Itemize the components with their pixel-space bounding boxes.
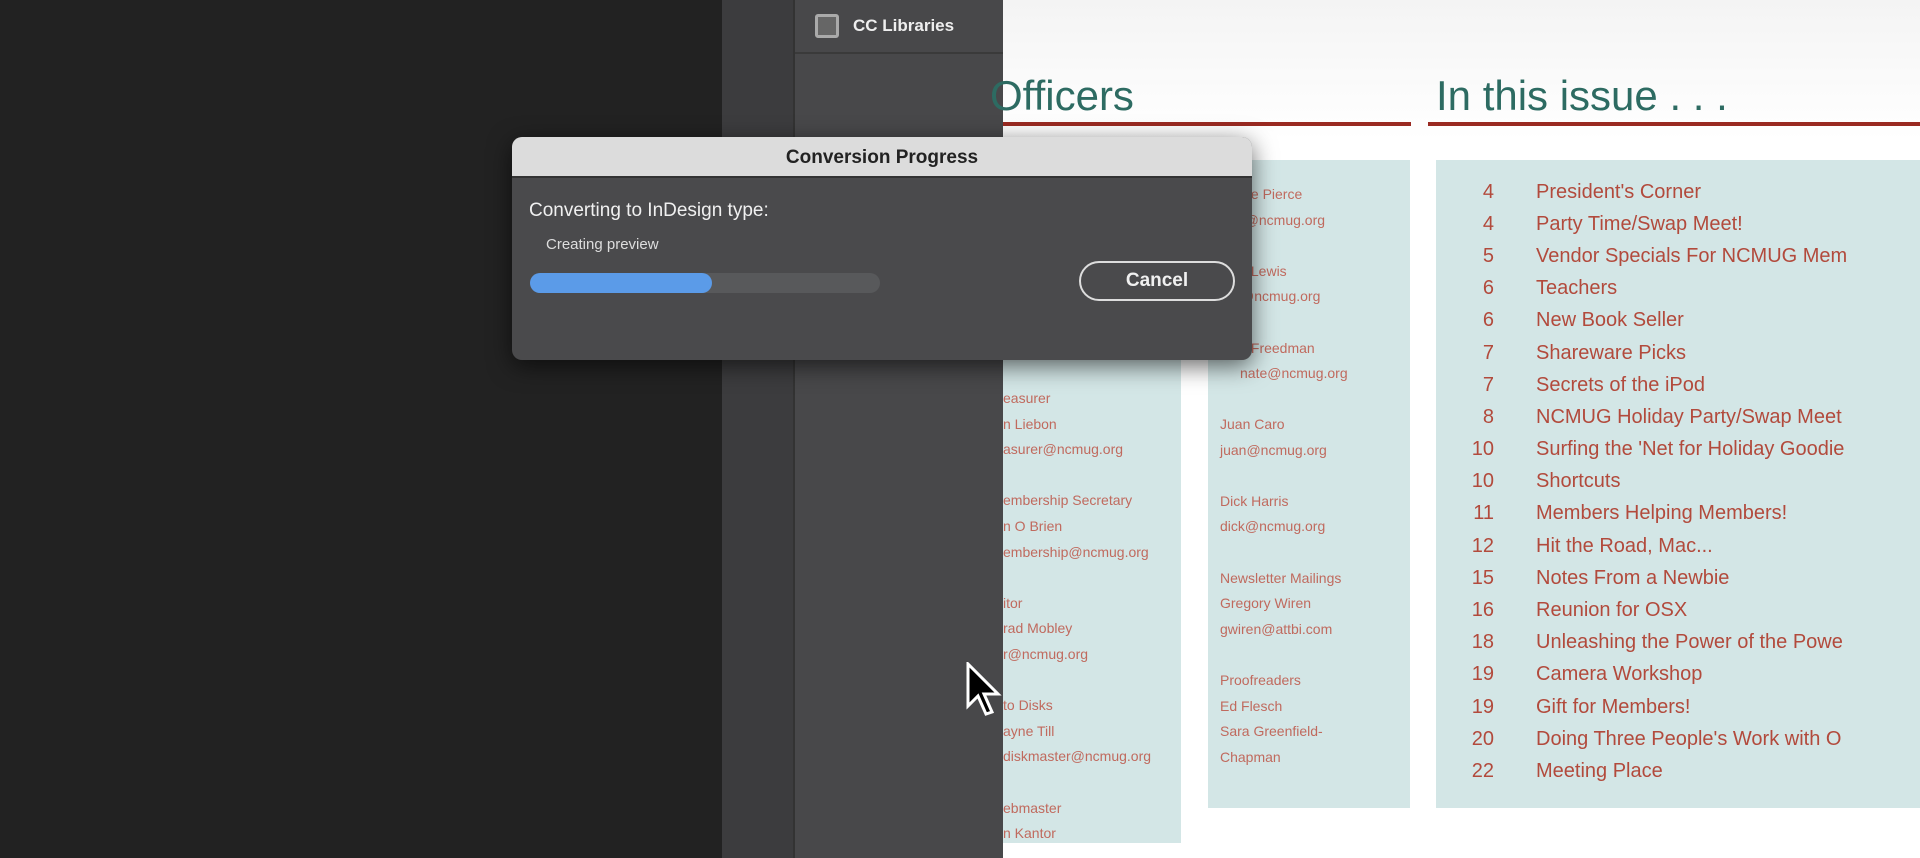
issue-title: Doing Three People's Work with O [1536,727,1842,750]
issue-title: Members Helping Members! [1536,502,1788,525]
issue-row: 22 Meeting Place [1436,755,1920,787]
cc-libraries-label: CC Libraries [853,16,955,35]
issue-title: NCMUG Holiday Party/Swap Meet [1536,405,1842,428]
issue-row: 12 Hit the Road, Mac... [1436,530,1920,562]
issue-page: 18 [1471,631,1494,654]
cancel-button[interactable]: Cancel [1079,261,1235,301]
issue-title: President's Corner [1536,180,1701,203]
issue-title: Hit the Road, Mac... [1536,534,1713,557]
issue-page: 22 [1471,759,1494,782]
issue-row: 8 NCMUG Holiday Party/Swap Meet [1436,401,1920,433]
cc-libraries-icon [815,14,839,38]
issue-page: 8 [1482,405,1494,428]
issue-row: 4 Party Time/Swap Meet! [1436,208,1920,240]
cc-libraries-tab[interactable]: CC Libraries [795,0,1003,54]
issue-page: 11 [1473,502,1494,525]
issue-heading: In this issue . . . [1436,72,1728,119]
issue-row: 19 Gift for Members! [1436,691,1920,723]
issue-row: 20 Doing Three People's Work with O [1436,723,1920,755]
issue-page: 7 [1482,373,1494,396]
issue-page: 12 [1471,534,1494,557]
issue-page: 7 [1482,341,1494,364]
issue-row: 6 Teachers [1436,273,1920,305]
issue-page: 10 [1471,470,1494,493]
conversion-progress-dialog: Conversion Progress Converting to InDesi… [512,137,1252,360]
issue-row: 18 Unleashing the Power of the Powe [1436,627,1920,659]
officers-list-2-top: die Pierce r@ncmug.org s Lewis @ncmug.or… [1240,186,1348,382]
issue-title: Camera Workshop [1536,663,1703,686]
issue-title: Reunion for OSX [1536,599,1688,622]
side-panel: CC Libraries [795,0,1003,858]
issue-title: Shortcuts [1536,470,1621,493]
issue-page: 4 [1482,212,1494,235]
issue-row: 6 New Book Seller [1436,305,1920,337]
issue-row: 19 Camera Workshop [1436,659,1920,691]
issue-rule [1428,122,1920,126]
issue-row: 7 Shareware Picks [1436,337,1920,369]
issue-page: 10 [1471,438,1494,461]
issue-title: New Book Seller [1536,309,1684,332]
issue-page: 20 [1471,727,1494,750]
issue-title: Unleashing the Power of the Powe [1536,631,1843,654]
issue-title: Shareware Picks [1536,341,1687,364]
issue-page: 4 [1482,180,1494,203]
issue-page: 6 [1482,309,1494,332]
issue-row: 11 Members Helping Members! [1436,498,1920,530]
officers-rule [1003,122,1411,126]
issue-list: 4 President's Corner 4 Party Time/Swap Meet… [1436,176,1920,788]
officers-list-2: Juan Caro juan@ncmug.org Dick Harris dic… [1220,416,1342,765]
issue-page: 6 [1482,277,1494,300]
dark-workspace [0,0,722,858]
issue-title: Party Time/Swap Meet! [1536,212,1743,235]
issue-page: 16 [1471,599,1494,622]
issue-page: 19 [1471,695,1494,718]
converting-label: Converting to InDesign type: [529,200,769,221]
dialog-title: Conversion Progress [512,137,1252,178]
panel-dock-strip [722,0,795,858]
issue-row: 5 Vendor Specials For NCMUG Mem [1436,240,1920,272]
issue-row: 10 Surfing the 'Net for Holiday Goodie [1436,434,1920,466]
issue-title: Teachers [1536,277,1618,300]
mouse-cursor-icon [966,662,1002,716]
issue-title: Vendor Specials For NCMUG Mem [1536,244,1848,267]
issue-title: Secrets of the iPod [1536,373,1705,396]
officers-heading: Officers [990,72,1134,119]
issue-title: Surfing the 'Net for Holiday Goodie [1536,438,1845,461]
issue-row: 10 Shortcuts [1436,466,1920,498]
progress-fill [530,273,712,293]
issue-row: 4 President's Corner [1436,176,1920,208]
issue-page: 19 [1471,663,1494,686]
issue-row: 16 Reunion for OSX [1436,594,1920,626]
issue-title: Notes From a Newbie [1536,566,1730,589]
issue-row: 7 Secrets of the iPod [1436,369,1920,401]
officers-list-1: easurer n Liebon asurer@ncmug.org embers… [1003,390,1152,842]
status-text: Creating preview [546,236,659,253]
issue-page: 15 [1471,566,1494,589]
issue-page: 5 [1482,244,1494,267]
issue-title: Gift for Members! [1536,695,1691,718]
progress-bar [530,273,880,293]
issue-row: 15 Notes From a Newbie [1436,562,1920,594]
issue-title: Meeting Place [1536,759,1663,782]
